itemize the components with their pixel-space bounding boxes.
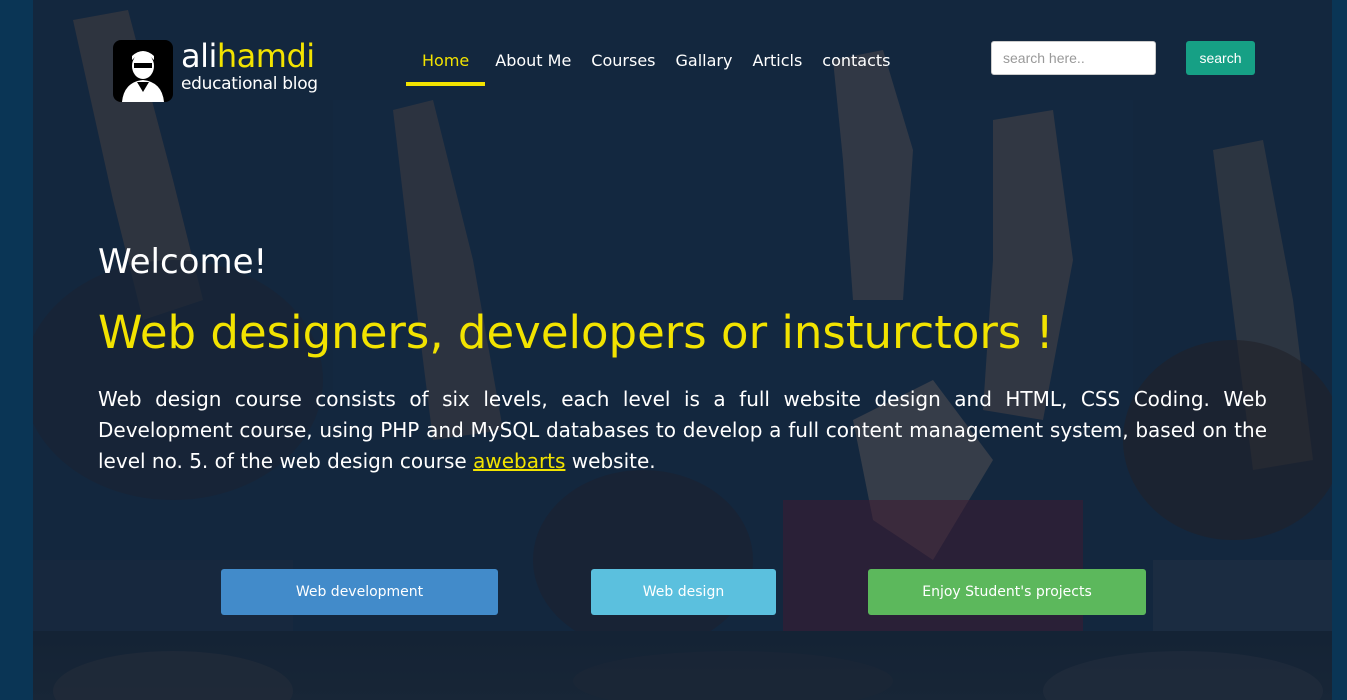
logo-name: alihamdi	[181, 40, 318, 72]
student-projects-button[interactable]: Enjoy Student's projects	[868, 569, 1146, 615]
nav-item-home[interactable]: Home	[406, 41, 486, 86]
web-design-button[interactable]: Web design	[591, 569, 776, 615]
description-text: Web design course consists of six levels…	[98, 387, 1267, 473]
logo-subtitle: educational blog	[181, 74, 318, 94]
nav-item-articls[interactable]: Articls	[742, 41, 812, 86]
nav-item-courses[interactable]: Courses	[581, 41, 665, 86]
page: alihamdi educational blog Home About Me …	[33, 0, 1332, 700]
next-section	[33, 631, 1332, 700]
search-button[interactable]: search	[1186, 41, 1255, 75]
web-development-button[interactable]: Web development	[221, 569, 498, 615]
welcome-heading: Welcome!	[98, 242, 268, 282]
hero-headline: Web designers, developers or insturctors…	[98, 306, 1054, 359]
nav-item-contacts[interactable]: contacts	[812, 41, 900, 86]
description-text-end: website.	[565, 449, 656, 473]
hero-section: alihamdi educational blog Home About Me …	[33, 0, 1332, 631]
logo-name-plain: ali	[181, 37, 217, 75]
main-nav: Home About Me Courses Gallary Articls co…	[406, 41, 901, 86]
site-logo[interactable]: alihamdi educational blog	[113, 40, 318, 102]
awebarts-link[interactable]: awebarts	[473, 449, 565, 473]
next-section-overlay	[33, 631, 1332, 700]
nav-item-gallary[interactable]: Gallary	[666, 41, 743, 86]
nav-item-about-me[interactable]: About Me	[485, 41, 581, 86]
logo-name-accent: hamdi	[216, 37, 315, 75]
portrait-icon	[113, 40, 173, 102]
hero-description: Web design course consists of six levels…	[98, 384, 1267, 477]
search-input[interactable]	[991, 41, 1156, 75]
logo-text: alihamdi educational blog	[181, 40, 318, 93]
